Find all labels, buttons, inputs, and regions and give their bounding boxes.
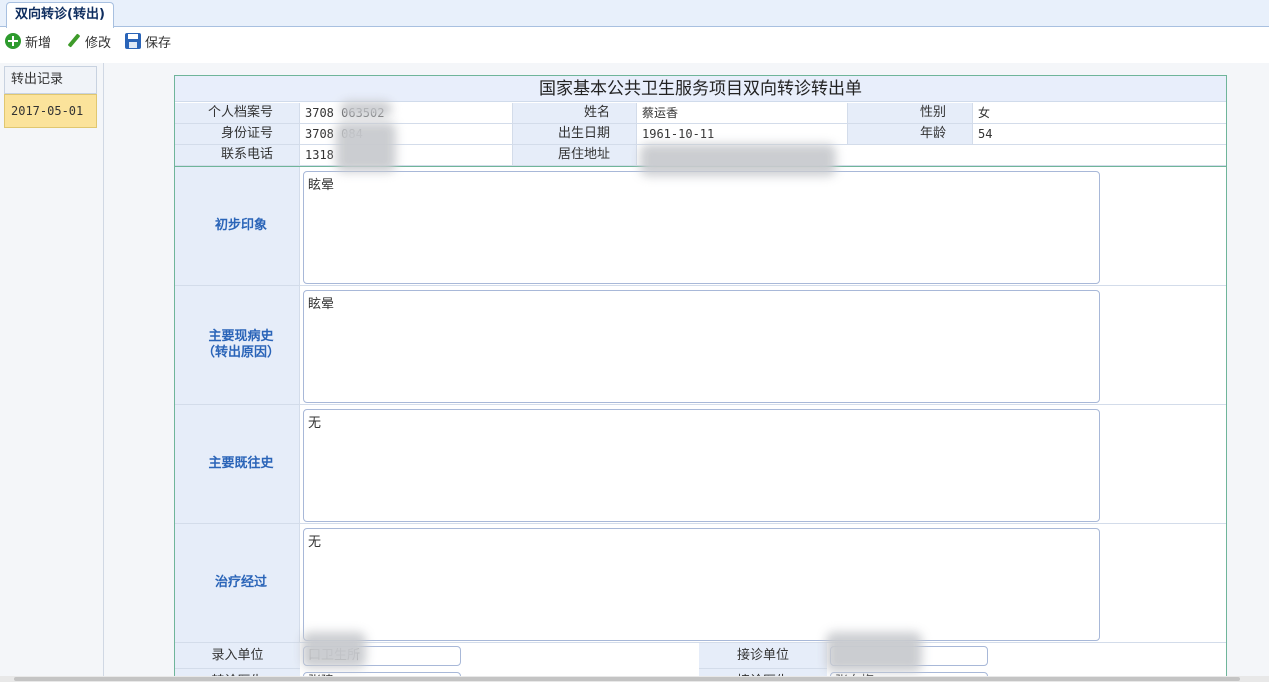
gender-value: 女: [973, 103, 1226, 124]
horizontal-scrollbar[interactable]: [0, 676, 1269, 682]
privacy-blur: [640, 144, 836, 176]
tab-bar: 双向转诊(转出): [0, 0, 1269, 28]
privacy-blur: [336, 122, 396, 172]
name-value: 蔡运香: [637, 103, 848, 124]
add-icon: [5, 33, 21, 49]
address-label: 居住地址: [513, 145, 637, 166]
save-button-label: 保存: [145, 35, 172, 51]
id-number-label: 身份证号: [175, 124, 300, 145]
present-history-textarea[interactable]: 眩晕: [303, 290, 1100, 403]
present-history-label: 主要现病史 （转出原因）: [175, 286, 300, 405]
file-no-label: 个人档案号: [175, 103, 300, 124]
present-history-label-text: 主要现病史 （转出原因）: [201, 329, 280, 360]
edit-button[interactable]: 修改: [65, 32, 111, 51]
pencil-icon: [65, 33, 81, 49]
age-value: 54: [973, 124, 1226, 145]
past-history-label: 主要既往史: [175, 405, 300, 524]
records-header: 转出记录: [4, 66, 97, 94]
privacy-blur: [826, 632, 922, 672]
toolbar: 新增 修改 保存: [0, 28, 1269, 54]
impression-cell: 眩晕: [300, 167, 1226, 286]
treatment-textarea[interactable]: 无: [303, 528, 1100, 641]
tab-referral-out[interactable]: 双向转诊(转出): [6, 2, 114, 28]
name-label: 姓名: [513, 103, 637, 124]
receive-unit-label: 接诊单位: [699, 643, 827, 669]
entry-unit-label: 录入单位: [175, 643, 300, 669]
gender-label: 性别: [848, 103, 973, 124]
privacy-blur: [340, 101, 392, 117]
past-history-textarea[interactable]: 无: [303, 409, 1100, 522]
impression-textarea[interactable]: 眩晕: [303, 171, 1100, 284]
id-number-value: 3708 084: [300, 124, 513, 145]
form-title: 国家基本公共卫生服务项目双向转诊转出单: [175, 76, 1226, 102]
treatment-cell: 无: [300, 524, 1226, 643]
phone-value: 1318: [300, 145, 513, 166]
scrollbar-thumb[interactable]: [14, 677, 1240, 681]
edit-button-label: 修改: [85, 35, 112, 51]
birth-date-value: 1961-10-11: [637, 124, 848, 145]
treatment-label: 治疗经过: [175, 524, 300, 643]
record-item[interactable]: 2017-05-01: [4, 94, 97, 128]
age-label: 年龄: [848, 124, 973, 145]
birth-date-label: 出生日期: [513, 124, 637, 145]
past-history-cell: 无: [300, 405, 1226, 524]
floppy-disk-icon: [125, 33, 142, 49]
present-history-cell: 眩晕: [300, 286, 1226, 405]
add-button[interactable]: 新增: [5, 32, 51, 51]
records-panel: 转出记录 2017-05-01: [0, 63, 104, 682]
privacy-blur: [302, 632, 366, 668]
impression-label: 初步印象: [175, 167, 300, 286]
file-no-value: 3708 063502: [300, 103, 513, 124]
phone-label: 联系电话: [175, 145, 300, 166]
save-button[interactable]: 保存: [125, 32, 171, 51]
add-button-label: 新增: [25, 35, 52, 51]
